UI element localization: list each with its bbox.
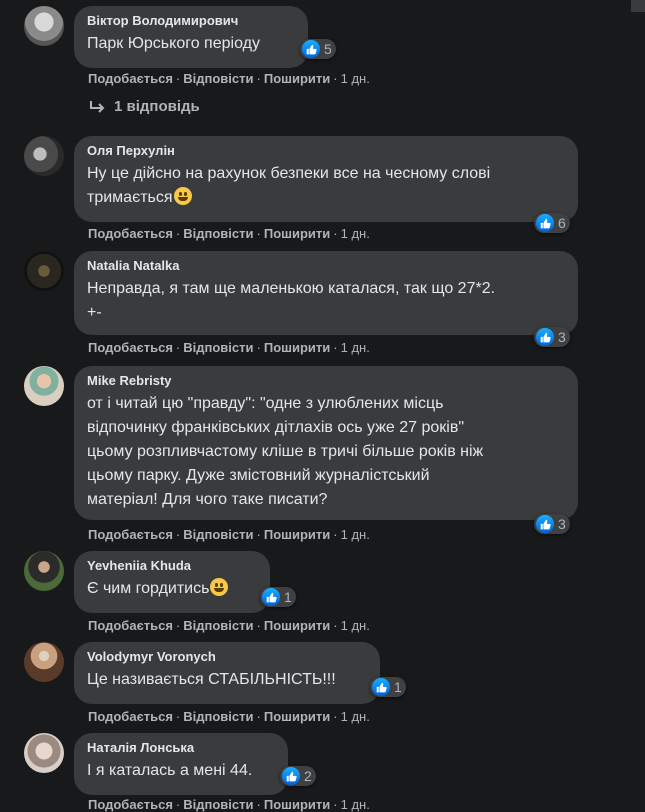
reply-link[interactable]: Відповісти: [183, 618, 253, 633]
avatar[interactable]: [24, 733, 64, 773]
comment-author[interactable]: Volodymyr Voronych: [87, 649, 367, 665]
reaction-count: 1: [394, 679, 402, 695]
thumbs-up-icon: [302, 40, 320, 58]
reply-link[interactable]: Відповісти: [183, 797, 253, 812]
reaction-count-badge[interactable]: 3: [534, 327, 570, 347]
comment-author[interactable]: Natalia Natalka: [87, 258, 565, 274]
comment-actions: Подобається · Відповісти · Поширити · 1 дн.: [88, 527, 370, 542]
reaction-count: 2: [304, 768, 312, 784]
share-link[interactable]: Поширити: [264, 797, 330, 812]
reply-arrow-icon: [90, 100, 105, 113]
comment-text: Це називається СТАБІЛЬНІСТЬ!!!: [87, 671, 336, 688]
comment-author[interactable]: Наталія Лонська: [87, 740, 275, 756]
thumbs-up-icon: [536, 214, 554, 232]
replies-count: 1 відповідь: [114, 98, 200, 115]
comment-text-line: Ну це дійсно на рахунок безпеки все на ч…: [87, 165, 491, 182]
reply-link[interactable]: Відповісти: [183, 71, 253, 86]
comment-text-line: +-: [87, 304, 102, 321]
comment-text-line: Неправда, я там ще маленькою каталася, т…: [87, 280, 496, 297]
comment-bubble: Yevheniia Khuda Є чим гордитись: [74, 551, 270, 613]
reaction-count: 3: [558, 329, 566, 345]
thumbs-up-icon: [372, 678, 390, 696]
reaction-count: 1: [284, 589, 292, 605]
comment-author[interactable]: Yevheniia Khuda: [87, 558, 257, 574]
share-link[interactable]: Поширити: [264, 709, 330, 724]
comment-actions: Подобається · Відповісти · Поширити · 1 дн.: [88, 226, 370, 241]
view-replies-link[interactable]: 1 відповідь: [88, 98, 200, 115]
comment-text-line: от і читай цю "правду": "одне з улюблени…: [87, 395, 444, 412]
like-link[interactable]: Подобається: [88, 797, 173, 812]
thumbs-up-icon: [262, 588, 280, 606]
grinning-emoji-icon: [210, 578, 229, 596]
avatar[interactable]: [24, 366, 64, 406]
comment-text: Є чим гордитись: [87, 580, 210, 597]
thumbs-up-icon: [536, 328, 554, 346]
like-link[interactable]: Подобається: [88, 71, 173, 86]
thumbs-up-icon: [536, 515, 554, 533]
reply-link[interactable]: Відповісти: [183, 527, 253, 542]
comment-bubble: Volodymyr Voronych Це називається СТАБІЛ…: [74, 642, 380, 704]
comment-actions: Подобається · Відповісти · Поширити · 1 дн.: [88, 709, 370, 724]
comment-time[interactable]: 1 дн.: [341, 797, 370, 812]
comment-time[interactable]: 1 дн.: [341, 340, 370, 355]
reaction-count: 3: [558, 516, 566, 532]
comment-bubble: Наталія Лонська І я каталась а мені 44.: [74, 733, 288, 795]
reaction-count-badge[interactable]: 6: [534, 213, 570, 233]
avatar[interactable]: [24, 6, 64, 46]
comment-time[interactable]: 1 дн.: [341, 527, 370, 542]
reply-link[interactable]: Відповісти: [183, 226, 253, 241]
comment-author[interactable]: Оля Перхулін: [87, 143, 565, 159]
share-link[interactable]: Поширити: [264, 618, 330, 633]
comment-text-line: відпочинку франківських дітлахів ось уже…: [87, 419, 465, 436]
comment-time[interactable]: 1 дн.: [341, 226, 370, 241]
like-link[interactable]: Подобається: [88, 226, 173, 241]
reaction-count-badge[interactable]: 3: [534, 514, 570, 534]
share-link[interactable]: Поширити: [264, 71, 330, 86]
share-link[interactable]: Поширити: [264, 226, 330, 241]
avatar[interactable]: [24, 551, 64, 591]
comment-author[interactable]: Mike Rebristy: [87, 373, 565, 389]
comment-text: Парк Юрського періоду: [87, 35, 260, 52]
comment-bubble: Natalia Natalka Неправда, я там ще мален…: [74, 251, 578, 335]
comment-bubble: Віктор Володимирович Парк Юрського періо…: [74, 6, 308, 68]
scrollbar[interactable]: [631, 0, 645, 12]
reaction-count-badge[interactable]: 1: [370, 677, 406, 697]
thumbs-up-icon: [282, 767, 300, 785]
smile-sweat-emoji-icon: [173, 187, 192, 205]
like-link[interactable]: Подобається: [88, 340, 173, 355]
comment-text-line: цьому парку. Дуже змістовний журналістсь…: [87, 467, 430, 484]
reaction-count-badge[interactable]: 2: [280, 766, 316, 786]
like-link[interactable]: Подобається: [88, 709, 173, 724]
comment-text-line: цьому розпливчастому кліше в тричі більш…: [87, 443, 484, 460]
avatar[interactable]: [24, 136, 64, 176]
comment-time[interactable]: 1 дн.: [341, 709, 370, 724]
comment-time[interactable]: 1 дн.: [341, 71, 370, 86]
reaction-count-badge[interactable]: 5: [300, 39, 336, 59]
comment-actions: Подобається · Відповісти · Поширити · 1 дн.: [88, 340, 370, 355]
reaction-count: 5: [324, 41, 332, 57]
avatar[interactable]: [24, 642, 64, 682]
comment-actions: Подобається · Відповісти · Поширити · 1 дн.: [88, 71, 370, 86]
comment-text-line: тримається: [87, 189, 173, 206]
comment-bubble: Оля Перхулін Ну це дійсно на рахунок без…: [74, 136, 578, 222]
reaction-count: 6: [558, 215, 566, 231]
comment-text: І я каталась а мені 44.: [87, 762, 253, 779]
comment-text-line: матеріал! Для чого таке писати?: [87, 491, 328, 508]
comment-author[interactable]: Віктор Володимирович: [87, 13, 295, 29]
like-link[interactable]: Подобається: [88, 527, 173, 542]
reaction-count-badge[interactable]: 1: [260, 587, 296, 607]
reply-link[interactable]: Відповісти: [183, 709, 253, 724]
share-link[interactable]: Поширити: [264, 340, 330, 355]
comment-actions: Подобається · Відповісти · Поширити · 1 дн.: [88, 618, 370, 633]
avatar[interactable]: [24, 251, 64, 291]
comment-time[interactable]: 1 дн.: [341, 618, 370, 633]
like-link[interactable]: Подобається: [88, 618, 173, 633]
comment-bubble: Mike Rebristy от і читай цю "правду": "о…: [74, 366, 578, 520]
share-link[interactable]: Поширити: [264, 527, 330, 542]
comment-actions: Подобається · Відповісти · Поширити · 1 дн.: [88, 797, 370, 812]
reply-link[interactable]: Відповісти: [183, 340, 253, 355]
